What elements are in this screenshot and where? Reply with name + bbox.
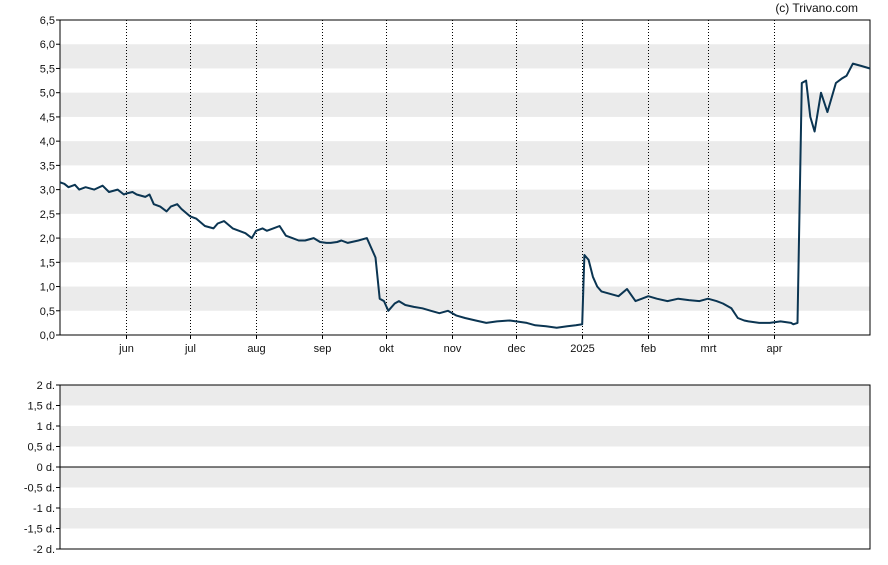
y-tick-label: 6,5 <box>40 15 55 27</box>
x-tick-label: aug <box>247 343 265 355</box>
y-tick-label: 6,0 <box>40 39 55 51</box>
x-tick-label: feb <box>641 343 656 355</box>
bottom-y-tick-label: 2 d. <box>37 380 55 392</box>
bottom-y-tick-label: 1 d. <box>37 421 55 433</box>
credit-label: (c) Trivano.com <box>775 1 858 15</box>
x-tick-label: jul <box>184 343 196 355</box>
y-tick-label: 5,5 <box>40 63 55 75</box>
y-tick-label: 3,0 <box>40 185 55 197</box>
y-tick-label: 2,0 <box>40 233 55 245</box>
top-band <box>60 238 870 263</box>
x-tick-label: jun <box>118 343 134 355</box>
x-tick-label: 2025 <box>570 343 594 355</box>
bottom-band <box>60 426 870 447</box>
y-tick-label: 4,5 <box>40 112 55 124</box>
bottom-y-tick-label: 1,5 d. <box>27 401 55 413</box>
bottom-y-tick-label: -2 d. <box>33 544 55 556</box>
x-tick-label: mrt <box>701 343 717 355</box>
y-tick-label: 3,5 <box>40 160 55 172</box>
x-tick-label: okt <box>379 343 394 355</box>
y-tick-label: 4,0 <box>40 136 55 148</box>
top-band <box>60 92 870 117</box>
y-tick-label: 5,0 <box>40 88 55 100</box>
y-tick-label: 0,0 <box>40 330 55 342</box>
bottom-y-tick-label: -1 d. <box>33 503 55 515</box>
bottom-y-tick-label: 0,5 d. <box>27 442 55 454</box>
y-tick-label: 1,5 <box>40 257 55 269</box>
bottom-band <box>60 508 870 529</box>
top-band <box>60 141 870 166</box>
x-tick-label: nov <box>444 343 462 355</box>
price-chart-svg: 0,0 0,5 1,0 1,5 2,0 2,5 3,0 3,5 4,0 4,5 5,0 5,5 6,0 6… <box>24 15 871 556</box>
bottom-y-tick-label: 0 d. <box>37 462 55 474</box>
bottom-chart-bands <box>60 385 870 529</box>
y-tick-label: 0,5 <box>40 306 55 318</box>
x-tick-label: apr <box>767 343 783 355</box>
top-band <box>60 286 870 311</box>
bottom-y-tick-label: -0,5 d. <box>24 483 55 495</box>
y-tick-label: 2,5 <box>40 209 55 221</box>
y-tick-label: 1,0 <box>40 282 55 294</box>
bottom-band <box>60 467 870 488</box>
x-tick-label: sep <box>314 343 332 355</box>
bottom-chart-y-ticks: 2 d. 1,5 d. 1 d. 0,5 d. 0 d. -0,5 d. -1 d. -1,5… <box>24 380 60 556</box>
top-chart-x-ticks: jun jul aug sep okt nov dec 2025 feb mrt apr <box>118 335 783 355</box>
bottom-y-tick-label: -1,5 d. <box>24 524 55 536</box>
top-band <box>60 44 870 69</box>
x-tick-label: dec <box>508 343 526 355</box>
top-chart-y-ticks: 0,0 0,5 1,0 1,5 2,0 2,5 3,0 3,5 4,0 4,5 5,0 5,5 6,0 6… <box>40 15 60 342</box>
top-chart-bands <box>60 44 870 311</box>
chart-stage: 0,0 0,5 1,0 1,5 2,0 2,5 3,0 3,5 4,0 4,5 5,0 5,5 6,0 6… <box>0 0 888 565</box>
bottom-band <box>60 385 870 406</box>
